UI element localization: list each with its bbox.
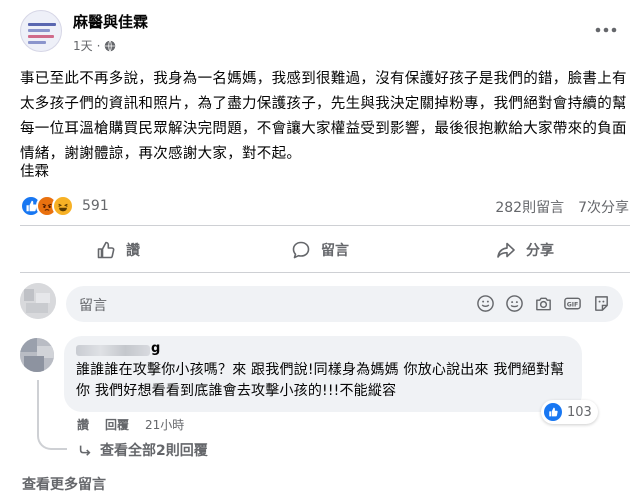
post-meta: 1天 · (73, 37, 116, 54)
thread-connector (37, 380, 67, 450)
stamp-icon[interactable] (592, 294, 611, 313)
page-avatar[interactable] (20, 10, 62, 52)
sticker-icon[interactable] (476, 294, 495, 313)
view-replies-label: 查看全部2則回覆 (100, 443, 208, 459)
like-label: 讚 (126, 243, 140, 259)
comment-label: 留言 (321, 243, 349, 259)
divider (20, 272, 630, 273)
comment-like-count: 103 (567, 404, 592, 420)
like-icon (97, 241, 115, 259)
comment-time[interactable]: 21小時 (145, 416, 184, 433)
commenter-avatar[interactable] (20, 338, 54, 372)
comment-input[interactable]: 留言 GIF (66, 286, 623, 322)
globe-icon (105, 39, 116, 52)
post-header: 麻醫與佳霖 1天 · (0, 0, 643, 64)
comment-actions: 讚 回覆 21小時 (77, 416, 184, 433)
comment-text: 誰誰誰在攻擊你小孩嗎？來 跟我們說!同樣身為媽媽 你放心說出來 我們絕對幫你 我… (76, 362, 565, 399)
like-button[interactable]: 讚 (96, 240, 140, 260)
like-reaction-icon (544, 403, 562, 421)
post-signature: 佳霖 (20, 164, 49, 180)
comment-bubble: g 誰誰誰在攻擊你小孩嗎？來 跟我們說!同樣身為媽媽 你放心說出來 我們絕對幫你… (64, 336, 582, 412)
commenter-name-redacted[interactable] (76, 345, 150, 356)
comment-like-button[interactable]: 讚 (77, 416, 89, 433)
share-button[interactable]: 分享 (496, 240, 554, 260)
camera-icon[interactable] (534, 294, 553, 313)
post-time[interactable]: 1天 (73, 37, 93, 54)
comment-reply-button[interactable]: 回覆 (105, 416, 129, 433)
view-more-comments[interactable]: 查看更多留言 (22, 474, 106, 494)
composer-tools: GIF (476, 294, 611, 313)
view-replies-button[interactable]: 查看全部2則回覆 (78, 440, 208, 460)
comment-count[interactable]: 282則留言 (495, 197, 564, 217)
divider (20, 225, 630, 226)
gif-icon[interactable]: GIF (563, 294, 582, 313)
more-icon[interactable] (593, 20, 619, 40)
share-icon (497, 242, 515, 258)
current-user-avatar[interactable] (20, 283, 56, 319)
share-label: 分享 (526, 243, 554, 259)
reaction-summary[interactable]: 591 (20, 195, 109, 217)
reply-arrow-icon (79, 445, 91, 456)
post-text: 事已至此不再多說，我身為一名媽媽，我感到很難過，沒有保護好孩子是我們的錯，臉書上… (20, 71, 627, 162)
reaction-count: 591 (82, 198, 109, 214)
comment-button[interactable]: 留言 (291, 240, 349, 260)
commenter-name[interactable]: g (151, 341, 160, 356)
page-name[interactable]: 麻醫與佳霖 (73, 11, 148, 32)
comment-reaction-count[interactable]: 103 (541, 400, 598, 424)
emoji-icon[interactable] (505, 294, 524, 313)
haha-reaction-icon (52, 195, 74, 217)
share-count[interactable]: 7次分享 (578, 197, 629, 217)
post-stats: 282則留言 7次分享 (495, 197, 629, 217)
comment-icon (292, 241, 310, 259)
comment-input-placeholder: 留言 (79, 298, 107, 314)
svg-text:GIF: GIF (567, 301, 579, 308)
